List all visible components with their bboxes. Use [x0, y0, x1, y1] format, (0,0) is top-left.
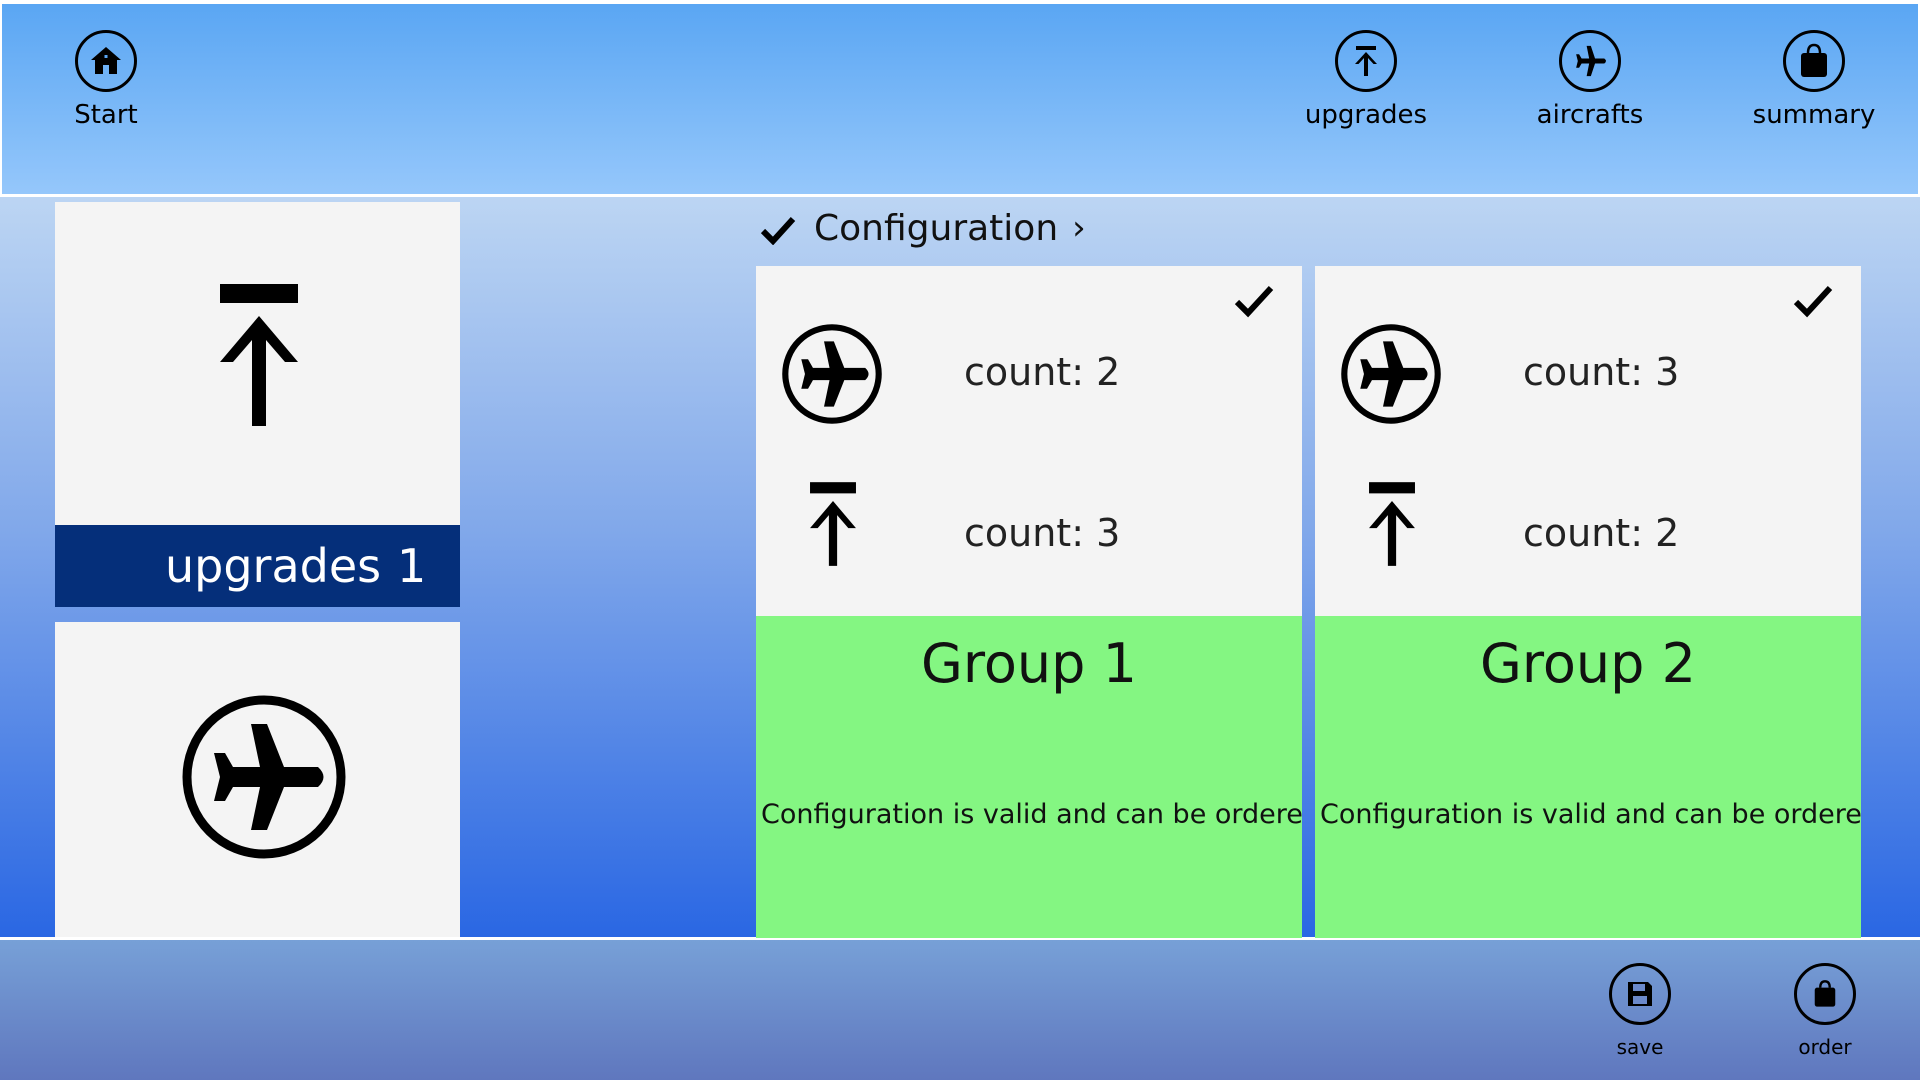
- aircrafts-nav-button[interactable]: aircrafts: [1500, 30, 1680, 130]
- home-icon: [75, 30, 137, 92]
- aircraft-count-row: count: 3: [1315, 316, 1861, 436]
- top-app-bar: Start upgrades aircrafts summary: [2, 4, 1918, 194]
- summary-nav-label: summary: [1752, 100, 1876, 130]
- shopping-bag-icon: [1783, 30, 1845, 92]
- aircraft-count-row: count: 2: [756, 316, 1302, 436]
- airplane-icon: [781, 323, 883, 429]
- save-icon: [1609, 963, 1671, 1025]
- group-card-1[interactable]: count: 2 count: 3 Group 1 Configuration …: [756, 266, 1302, 938]
- breadcrumb-label: Configuration: [814, 207, 1059, 249]
- upload-icon: [218, 282, 300, 432]
- group-title: Group 1: [921, 632, 1137, 695]
- aircraft-count: count: 3: [1523, 350, 1680, 394]
- order-button[interactable]: order: [1735, 963, 1915, 1059]
- aircrafts-nav-label: aircrafts: [1536, 100, 1644, 130]
- breadcrumb[interactable]: Configuration ›: [760, 203, 1086, 253]
- upload-icon: [1367, 481, 1417, 571]
- group-status: Configuration is valid and can be ordere…: [761, 799, 1302, 830]
- upgrades-tile-name: upgrades: [165, 539, 382, 593]
- aircrafts-tile[interactable]: [55, 622, 460, 937]
- aircraft-count: count: 2: [964, 350, 1121, 394]
- airplane-icon: [181, 694, 347, 864]
- upgrades-tile-count: 1: [397, 539, 427, 593]
- upgrades-nav-label: upgrades: [1304, 100, 1428, 130]
- save-label: save: [1616, 1035, 1664, 1059]
- airplane-icon: [1559, 30, 1621, 92]
- upgrade-count-row: count: 3: [756, 481, 1302, 601]
- upgrade-count-row: count: 2: [1315, 481, 1861, 601]
- upload-icon: [808, 481, 858, 571]
- chevron-right-icon: ›: [1072, 208, 1086, 248]
- save-button[interactable]: save: [1550, 963, 1730, 1059]
- group-status-panel: Group 2 Configuration is valid and can b…: [1315, 616, 1861, 938]
- order-label: order: [1798, 1035, 1852, 1059]
- airplane-icon: [1340, 323, 1442, 429]
- group-title: Group 2: [1480, 632, 1696, 695]
- group-status: Configuration is valid and can be ordere…: [1320, 799, 1861, 830]
- upload-icon: [1335, 30, 1397, 92]
- bottom-app-bar: save order: [0, 940, 1920, 1080]
- start-label: Start: [74, 100, 138, 130]
- upgrades-tile-label[interactable]: upgrades 1: [55, 525, 460, 607]
- group-status-panel: Group 1 Configuration is valid and can b…: [756, 616, 1302, 938]
- upgrades-nav-button[interactable]: upgrades: [1276, 30, 1456, 130]
- shopping-bag-icon: [1794, 963, 1856, 1025]
- group-card-2[interactable]: count: 3 count: 2 Group 2 Configuration …: [1315, 266, 1861, 938]
- checkmark-icon: [760, 213, 796, 254]
- start-button[interactable]: Start: [16, 30, 196, 130]
- upgrade-count: count: 3: [964, 511, 1121, 555]
- summary-nav-button[interactable]: summary: [1724, 30, 1904, 130]
- upgrade-count: count: 2: [1523, 511, 1680, 555]
